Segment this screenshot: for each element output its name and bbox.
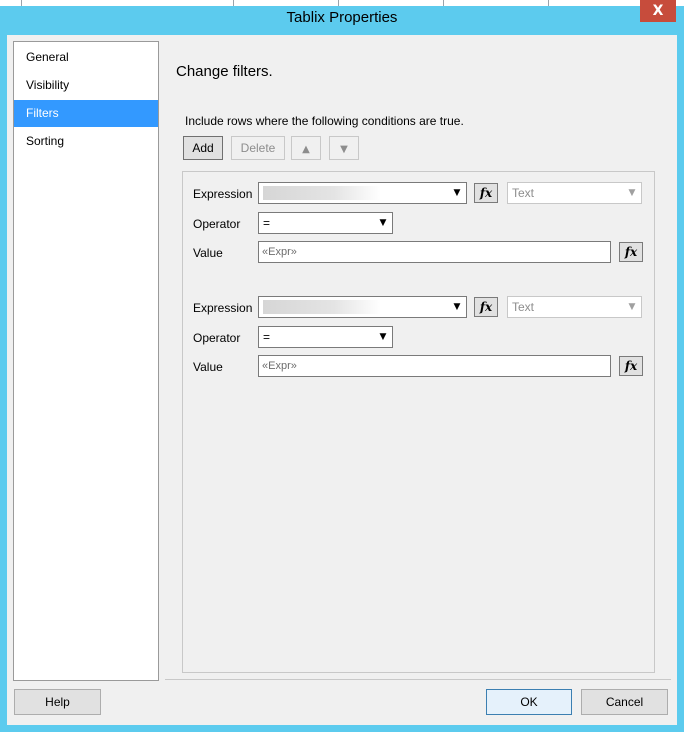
redacted-expression: [263, 300, 381, 314]
filters-page: Change filters. Include rows where the f…: [165, 41, 671, 680]
fx-icon: fx: [479, 186, 493, 200]
close-icon: X: [652, 3, 664, 19]
expression-dropdown[interactable]: ▼: [258, 296, 467, 318]
operator-label: Operator: [193, 331, 241, 345]
close-button[interactable]: X: [640, 0, 676, 22]
operator-label: Operator: [193, 217, 241, 231]
expression-label: Expression: [193, 301, 253, 315]
expression-dropdown[interactable]: ▼: [258, 182, 467, 204]
arrow-down-icon: ▼: [340, 144, 348, 155]
operator-dropdown[interactable]: = ▼: [258, 326, 393, 348]
expression-label: Expression: [193, 187, 253, 201]
chevron-down-icon: ▼: [379, 332, 387, 342]
filter-list: Expression ▼ fx Text ▼ Operator = ▼ Valu…: [182, 171, 655, 673]
nav-item-sorting[interactable]: Sorting: [14, 128, 158, 155]
fx-icon: fx: [479, 300, 493, 314]
add-button[interactable]: Add: [183, 136, 223, 160]
operator-value: =: [263, 216, 271, 230]
chevron-down-icon: ▼: [379, 218, 387, 228]
nav-item-visibility[interactable]: Visibility: [14, 72, 158, 99]
expression-fx-button[interactable]: fx: [474, 297, 498, 317]
title-bar: Tablix Properties X: [0, 0, 684, 34]
move-up-button[interactable]: ▲: [291, 136, 321, 160]
value-fx-button[interactable]: fx: [619, 242, 643, 262]
type-dropdown[interactable]: Text ▼: [507, 296, 642, 318]
nav-item-filters[interactable]: Filters: [14, 100, 158, 127]
type-dropdown[interactable]: Text ▼: [507, 182, 642, 204]
chevron-down-icon: ▼: [453, 188, 461, 198]
chevron-down-icon: ▼: [628, 302, 636, 312]
value-fx-button[interactable]: fx: [619, 356, 643, 376]
operator-value: =: [263, 330, 271, 344]
arrow-up-icon: ▲: [302, 144, 310, 155]
nav-list: General Visibility Filters Sorting: [13, 41, 159, 681]
type-value: Text: [512, 300, 535, 314]
dialog-window: Tablix Properties X General Visibility F…: [0, 0, 684, 732]
expression-fx-button[interactable]: fx: [474, 183, 498, 203]
value-input[interactable]: «Expr»: [258, 355, 611, 377]
fx-icon: fx: [624, 245, 638, 259]
chevron-down-icon: ▼: [453, 302, 461, 312]
redacted-expression: [263, 186, 381, 200]
page-heading: Change filters.: [176, 63, 273, 80]
dialog-client: General Visibility Filters Sorting Chang…: [7, 35, 677, 725]
window-title: Tablix Properties: [286, 9, 398, 26]
type-value: Text: [512, 186, 535, 200]
value-label: Value: [193, 246, 223, 260]
instruction-text: Include rows where the following conditi…: [185, 114, 464, 128]
value-input[interactable]: «Expr»: [258, 241, 611, 263]
move-down-button[interactable]: ▼: [329, 136, 359, 160]
operator-dropdown[interactable]: = ▼: [258, 212, 393, 234]
value-label: Value: [193, 360, 223, 374]
help-button[interactable]: Help: [14, 689, 101, 715]
delete-button[interactable]: Delete: [231, 136, 285, 160]
ok-button[interactable]: OK: [486, 689, 572, 715]
fx-icon: fx: [624, 359, 638, 373]
chevron-down-icon: ▼: [628, 188, 636, 198]
nav-item-general[interactable]: General: [14, 44, 158, 71]
cancel-button[interactable]: Cancel: [581, 689, 668, 715]
